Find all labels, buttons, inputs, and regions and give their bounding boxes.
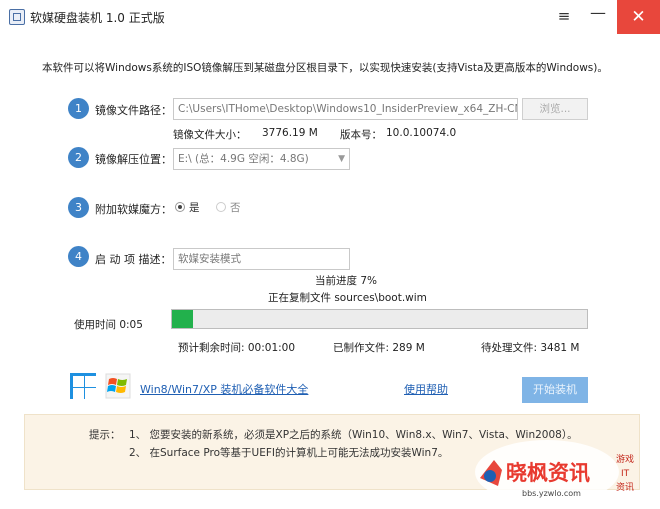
start-install-button[interactable]: 开始装机 — [522, 377, 588, 403]
close-icon[interactable]: ✕ — [617, 0, 660, 34]
elapsed-time: 使用时间 0:05 — [74, 319, 143, 331]
boot-description-input[interactable]: 软媒安装模式 — [173, 248, 350, 270]
tips-heading: 提示： — [89, 429, 121, 441]
help-link[interactable]: 使用帮助 — [404, 381, 448, 397]
addon-no-radio[interactable] — [216, 202, 226, 212]
extract-location-select[interactable]: E:\ (总：4.9G 空闲：4.8G) ▼ — [173, 148, 350, 170]
addon-yes-radio[interactable] — [175, 202, 185, 212]
step-2-badge: 2 — [68, 147, 89, 168]
progress-status-text: 正在复制文件 sources\boot.wim — [268, 292, 427, 304]
addon-yes-label: 是 — [189, 202, 200, 214]
addon-no-label: 否 — [230, 202, 241, 214]
chevron-down-icon: ▼ — [338, 154, 345, 164]
title-bar: 软媒硬盘装机 1.0 正式版 ≡ — ✕ — [0, 0, 660, 34]
watermark-site: bbs.yzwlo.com — [522, 489, 581, 498]
image-path-input[interactable]: C:\Users\ITHome\Desktop\Windows10_Inside… — [173, 98, 518, 120]
progress-percent-text: 当前进度 7% — [315, 275, 377, 287]
progress-bar — [171, 309, 588, 329]
watermark-brand: 晓枫资讯 — [506, 461, 590, 485]
extract-location-value: E:\ (总：4.9G 空闲：4.8G) — [178, 153, 309, 165]
done-files: 已制作文件: 289 M — [333, 342, 425, 354]
step-1-badge: 1 — [68, 98, 89, 119]
windows7-logo-icon[interactable] — [105, 373, 131, 399]
windows8-logo-icon[interactable] — [70, 373, 96, 399]
image-size-value: 3776.19 M — [262, 127, 318, 139]
remaining-time: 预计剩余时间: 00:01:00 — [178, 342, 296, 354]
software-collection-link[interactable]: Win8/Win7/XP 装机必备软件大全 — [140, 381, 308, 397]
pending-files: 待处理文件: 3481 M — [481, 342, 580, 354]
watermark-side-2: IT — [621, 469, 630, 479]
addon-label: 附加软媒魔方： — [95, 203, 172, 216]
menu-icon[interactable]: ≡ — [552, 4, 576, 28]
description-text: 本软件可以将Windows系统的ISO镜像解压到某磁盘分区根目录下，以实现快速安… — [42, 62, 608, 74]
watermark-side-1: 游戏 — [616, 453, 634, 465]
image-path-label: 镜像文件路径： — [95, 104, 172, 117]
watermark-side-3: 资讯 — [616, 482, 634, 493]
version-value: 10.0.10074.0 — [386, 127, 457, 139]
version-label: 版本号： — [340, 129, 382, 141]
minimize-icon[interactable]: — — [586, 4, 610, 28]
watermark-logo: 晓枫资讯 bbs.yzwlo.com 游戏 IT 资讯 — [472, 430, 658, 506]
tip-line-2: 2、 在Surface Pro等基于UEFI的计算机上可能无法成功安装Win7。 — [129, 447, 449, 459]
browse-button[interactable]: 浏览... — [522, 98, 588, 120]
extract-location-label: 镜像解压位置： — [95, 153, 172, 166]
window-title: 软媒硬盘装机 1.0 正式版 — [30, 11, 165, 25]
step-3-badge: 3 — [68, 197, 89, 218]
image-size-label: 镜像文件大小： — [173, 129, 247, 141]
boot-description-label: 启 动 项 描述： — [95, 253, 172, 266]
step-4-badge: 4 — [68, 246, 89, 267]
app-icon — [9, 9, 25, 25]
progress-fill — [172, 310, 193, 328]
